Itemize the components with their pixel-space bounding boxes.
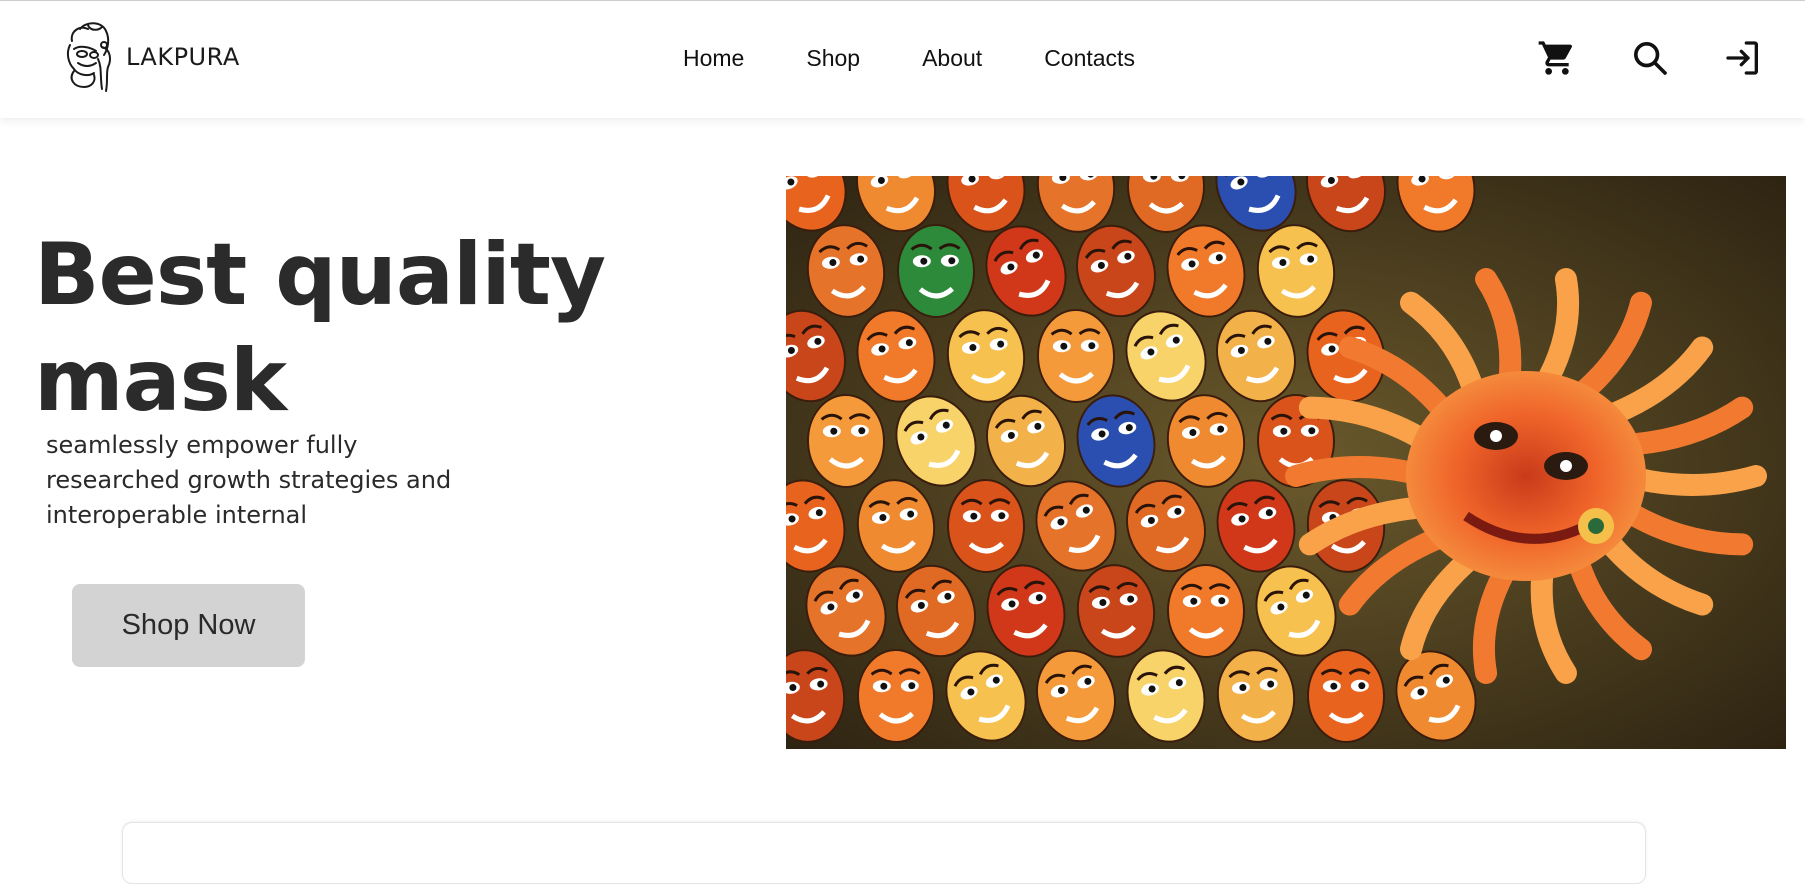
mask-logo-icon	[66, 22, 111, 92]
login-icon	[1726, 41, 1758, 75]
nav-link-contacts[interactable]: Contacts	[1044, 45, 1135, 72]
hero-title-line-2: mask	[34, 331, 287, 431]
hero-masks-image	[786, 176, 1786, 749]
main-nav: Home Shop About Contacts	[683, 45, 1197, 72]
cart-button[interactable]	[1534, 35, 1580, 81]
hero-title: Best quality mask	[34, 222, 654, 434]
shop-now-button[interactable]: Shop Now	[72, 584, 305, 667]
brand-name: LAKPURA	[126, 43, 240, 71]
nav-actions	[1534, 35, 1766, 81]
nav-link-about[interactable]: About	[922, 45, 982, 72]
brand-logo[interactable]: LAKPURA	[58, 19, 240, 95]
hero-description: seamlessly empower fully researched grow…	[46, 431, 452, 529]
search-button[interactable]	[1627, 35, 1673, 81]
search-icon	[1634, 42, 1667, 75]
login-button[interactable]	[1720, 35, 1766, 81]
hero-title-line-1: Best quality	[34, 225, 606, 325]
bottom-card	[122, 822, 1646, 884]
nav-link-shop[interactable]: Shop	[806, 45, 860, 72]
nav-link-home[interactable]: Home	[683, 45, 744, 72]
masks-illustration	[786, 176, 1786, 749]
navbar: LAKPURA Home Shop About Contacts	[0, 1, 1805, 118]
cart-icon	[1538, 41, 1573, 75]
